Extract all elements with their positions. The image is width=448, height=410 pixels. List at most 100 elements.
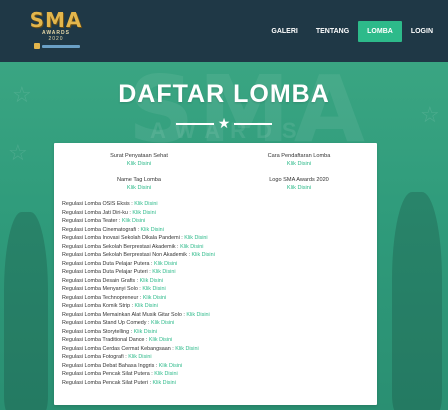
regulation-name: Regulasi Lomba Sekolah Berprestasi Non A… (62, 252, 192, 259)
document-item: Cara Pendaftaran Lomba Klik Disini (224, 152, 374, 168)
regulation-link[interactable]: Klik Disini (132, 210, 155, 216)
nav-item-galeri[interactable]: GALERI (262, 21, 306, 42)
list-item: Regulasi Lomba Komik Strip : Klik Disini (62, 302, 372, 311)
list-item: Regulasi Lomba Sekolah Berprestasi Non A… (62, 251, 372, 260)
regulation-link[interactable]: Klik Disini (186, 312, 209, 318)
regulation-link[interactable]: Klik Disini (180, 244, 203, 250)
regulation-link[interactable]: Klik Disini (159, 363, 182, 369)
background-star-icon: ☆ (8, 140, 28, 165)
regulation-name: Regulasi Lomba Technopreneur : (62, 294, 143, 301)
regulation-name: Regulasi Lomba Sekolah Berprestasi Akade… (62, 243, 181, 250)
regulation-name: Regulasi Lomba Memainkan Alat Musik Gita… (62, 311, 187, 318)
regulation-link[interactable]: Klik Disini (153, 380, 176, 386)
nav-menu: GALERI TENTANG LOMBA LOGIN (262, 21, 442, 42)
regulation-name: Regulasi Lomba Debat Bahasa Inggris : (62, 362, 159, 369)
list-item: Regulasi Lomba Duta Pelajar Puteri : Kli… (62, 268, 372, 277)
regulation-name: Regulasi Lomba Menyanyi Solo : (62, 286, 143, 293)
nav-item-lomba[interactable]: LOMBA (358, 21, 402, 42)
regulation-name: Regulasi Lomba Duta Pelajar Putera : (62, 260, 154, 267)
document-download-link[interactable]: Klik Disini (224, 184, 374, 192)
regulation-link[interactable]: Klik Disini (143, 295, 166, 301)
document-item: Name Tag Lomba Klik Disini (64, 176, 214, 192)
regulation-name: Regulasi Lomba Cinematografi : (62, 226, 141, 233)
regulation-link[interactable]: Klik Disini (149, 337, 172, 343)
regulation-name: Regulasi Lomba Pencak Silat Putera : (62, 371, 155, 378)
regulation-link[interactable]: Klik Disini (141, 227, 164, 233)
list-item: Regulasi Lomba Debat Bahasa Inggris : Kl… (62, 362, 372, 371)
regulation-link[interactable]: Klik Disini (151, 320, 174, 326)
list-item: Regulasi Lomba Teater : Klik Disini (62, 217, 372, 226)
divider-line-right (234, 123, 272, 125)
document-download-link[interactable]: Klik Disini (224, 160, 374, 168)
regulation-link[interactable]: Klik Disini (142, 286, 165, 292)
list-item: Regulasi Lomba Storytelling : Klik Disin… (62, 328, 372, 337)
page-title: DAFTAR LOMBA (118, 80, 330, 108)
list-item: Regulasi Lomba Pencak Silat Putera : Kli… (62, 370, 372, 379)
list-item: Regulasi Lomba OSIS Eksis : Klik Disini (62, 200, 372, 209)
document-name: Name Tag Lomba (116, 177, 162, 183)
regulation-name: Regulasi Lomba Storytelling : (62, 328, 134, 335)
background-person (392, 192, 442, 410)
regulation-link[interactable]: Klik Disini (154, 261, 177, 267)
document-item: Logo SMA Awards 2020 Klik Disini (224, 176, 374, 192)
sponsor-icon (34, 43, 40, 49)
regulation-name: Regulasi Lomba Traditional Dance : (62, 337, 149, 344)
sma-awards-logo[interactable]: SMA AWARDS 2020 (28, 8, 84, 52)
list-item: Regulasi Lomba Technopreneur : Klik Disi… (62, 294, 372, 303)
regulation-link[interactable]: Klik Disini (175, 346, 198, 352)
regulation-link[interactable]: Klik Disini (134, 329, 157, 335)
background-person (4, 212, 48, 410)
regulation-name: Regulasi Lomba Cerdas Cermat Kebangsaan … (62, 345, 176, 352)
title-divider: ★ (176, 115, 272, 131)
nav-item-login[interactable]: LOGIN (402, 21, 442, 42)
regulation-link[interactable]: Klik Disini (128, 354, 151, 360)
list-item: Regulasi Lomba Memainkan Alat Musik Gita… (62, 311, 372, 320)
regulation-link[interactable]: Klik Disini (152, 269, 175, 275)
list-item: Regulasi Lomba Desain Grafis : Klik Disi… (62, 277, 372, 286)
document-name: Surat Penyataan Sehat (110, 153, 168, 159)
regulation-name: Regulasi Lomba Jati Diri-ku : (62, 209, 133, 216)
regulation-name: Regulasi Lomba Stand Up Comedy : (62, 320, 151, 327)
list-item: Regulasi Lomba Cinematografi : Klik Disi… (62, 226, 372, 235)
regulation-link[interactable]: Klik Disini (134, 201, 157, 207)
list-item: Regulasi Lomba Traditional Dance : Klik … (62, 336, 372, 345)
document-item: Surat Penyataan Sehat Klik Disini (64, 152, 214, 168)
regulation-name: Regulasi Lomba Teater : (62, 218, 122, 225)
list-item: Regulasi Lomba Fotografi : Klik Disini (62, 353, 372, 362)
list-item: Regulasi Lomba Inovasi Sekolah Dikala Pa… (62, 234, 372, 243)
divider-line-left (176, 123, 214, 125)
regulation-name: Regulasi Lomba Desain Grafis : (62, 277, 140, 284)
logo-wordmark: SMA (29, 8, 83, 32)
navbar: SMA AWARDS 2020 GALERI TENTANG LOMBA LOG… (0, 0, 448, 62)
document-name: Cara Pendaftaran Lomba (267, 153, 331, 159)
document-download-link[interactable]: Klik Disini (64, 160, 214, 168)
regulation-name: Regulasi Lomba Fotografi : (62, 354, 129, 361)
list-item: Regulasi Lomba Menyanyi Solo : Klik Disi… (62, 285, 372, 294)
regulation-name: Regulasi Lomba Duta Pelajar Puteri : (62, 269, 153, 276)
list-item: Regulasi Lomba Stand Up Comedy : Klik Di… (62, 319, 372, 328)
competition-list-card: Surat Penyataan Sehat Klik Disini Cara P… (54, 143, 377, 405)
regulation-link[interactable]: Klik Disini (154, 371, 177, 377)
star-icon: ★ (217, 115, 231, 131)
regulation-list: Regulasi Lomba OSIS Eksis : Klik Disini … (62, 200, 372, 387)
logo-year: 2020 (48, 36, 64, 42)
list-item: Regulasi Lomba Cerdas Cermat Kebangsaan … (62, 345, 372, 354)
list-item: Regulasi Lomba Pencak Silat Puteri : Kli… (62, 379, 372, 388)
list-item: Regulasi Lomba Sekolah Berprestasi Akade… (62, 243, 372, 252)
sponsor-badge (34, 43, 80, 49)
list-item: Regulasi Lomba Duta Pelajar Putera : Kli… (62, 260, 372, 269)
regulation-link[interactable]: Klik Disini (191, 252, 214, 258)
list-item: Regulasi Lomba Jati Diri-ku : Klik Disin… (62, 209, 372, 218)
regulation-name: Regulasi Lomba Komik Strip : (62, 303, 135, 310)
regulation-name: Regulasi Lomba OSIS Eksis : (62, 201, 135, 207)
regulation-link[interactable]: Klik Disini (140, 278, 163, 284)
regulation-name: Regulasi Lomba Inovasi Sekolah Dikala Pa… (62, 235, 185, 242)
regulation-name: Regulasi Lomba Pencak Silat Puteri : (62, 379, 153, 386)
regulation-link[interactable]: Klik Disini (135, 303, 158, 309)
document-download-link[interactable]: Klik Disini (64, 184, 214, 192)
regulation-link[interactable]: Klik Disini (184, 235, 207, 241)
nav-item-tentang[interactable]: TENTANG (307, 21, 358, 42)
regulation-link[interactable]: Klik Disini (122, 218, 145, 224)
sponsor-mark (42, 44, 80, 48)
document-name: Logo SMA Awards 2020 (269, 177, 329, 183)
